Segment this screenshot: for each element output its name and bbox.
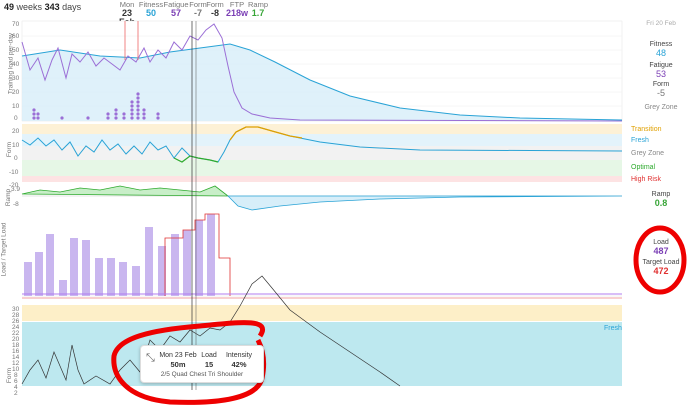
tick-tl: 40	[12, 61, 20, 68]
tooltip-description: 2/5 Quad Chest Tri Shoulder	[160, 371, 244, 378]
tooltip-intensity: Intensity 42%	[225, 352, 253, 369]
right-date: Fri 20 Feb	[646, 20, 676, 27]
right-form: Form -5	[652, 81, 670, 98]
expand-icon[interactable]: ⤡	[146, 352, 155, 365]
fresh-zone-label: Fresh	[604, 325, 622, 332]
load-axis-label: Load / Target Load	[0, 222, 8, 277]
load-panel	[22, 213, 622, 299]
zone-optimal: Optimal	[631, 164, 656, 171]
training-load-panel	[21, 20, 623, 122]
tooltip-load: Load 15	[201, 352, 217, 369]
tick-ramp: -8	[13, 201, 19, 208]
zone-fresh: Fresh	[631, 137, 649, 144]
zone-high-risk: High Risk	[631, 176, 661, 183]
zone-transition: Transition	[631, 126, 662, 133]
tick-tl: 60	[12, 33, 20, 40]
right-fatigue: Fatigue 53	[649, 62, 673, 79]
tick-tl: 50	[12, 47, 20, 54]
tick-tl: 20	[12, 89, 20, 96]
tick-tl: 30	[12, 75, 20, 82]
fitness-chart[interactable]	[0, 0, 690, 409]
tick-tl: 0	[14, 115, 18, 122]
tick-form: -10	[9, 169, 19, 176]
right-ramp: Ramp 0.8	[651, 191, 671, 208]
workout-tooltip[interactable]: ⤡ Mon 23 Feb 50m Load 15 Intensity 42% 2/5 …	[140, 345, 264, 383]
zone-grey: Grey Zone	[631, 150, 665, 157]
form-panel	[21, 124, 623, 182]
ramp-panel	[21, 185, 623, 211]
tick-form2: 2	[14, 390, 18, 397]
tick-ramp: 3.9	[11, 186, 21, 193]
tick-tl: 10	[12, 103, 20, 110]
tick-form: 0	[14, 155, 18, 162]
right-fitness: Fitness 48	[649, 41, 673, 58]
right-zone: Grey Zone	[644, 104, 678, 111]
tooltip-date: Mon 23 Feb 50m	[159, 352, 197, 369]
tick-form: 10	[12, 142, 20, 149]
load-bars	[24, 214, 215, 296]
right-target-load: Target Load 472	[642, 259, 680, 276]
tick-tl: 70	[12, 21, 20, 28]
tick-form: 20	[12, 128, 20, 135]
right-load: Load 487	[653, 239, 669, 256]
